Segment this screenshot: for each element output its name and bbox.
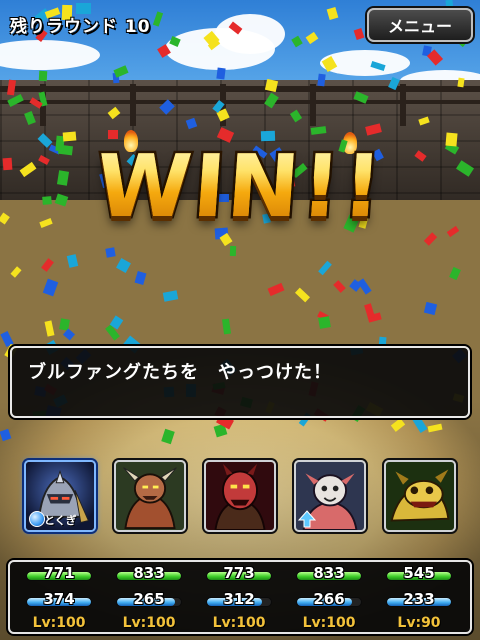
railing-post	[130, 84, 136, 126]
party-portrait-5[interactable]	[384, 460, 456, 532]
battle-scene: WIN!! WIN!! 残りラウンド 10 メニュー ブルファングたちを やっつ…	[0, 0, 480, 640]
confetti-piece	[38, 70, 48, 82]
confetti-piece	[2, 157, 13, 171]
mp-value: 374	[43, 590, 75, 608]
confetti-piece	[216, 67, 226, 80]
confetti-piece	[105, 247, 116, 258]
skill-tag: とくぎ	[44, 514, 77, 527]
red-demon-icon	[206, 462, 274, 530]
level-value: Lv:100	[212, 615, 266, 631]
stat-column-4: 833 266 Lv:100	[290, 562, 368, 636]
party-portrait-4[interactable]	[294, 460, 366, 532]
menu-button-label: メニュー	[387, 17, 452, 36]
mp-value: 265	[133, 590, 165, 608]
stat-column-2: 833 265 Lv:100	[110, 562, 188, 636]
battle-message-box[interactable]: ブルファングたちを やっつけた！	[10, 346, 470, 418]
confetti-piece	[317, 73, 326, 87]
stat-column-3: 773 312 Lv:100	[200, 562, 278, 636]
skill-gem-icon	[29, 511, 45, 527]
battle-message-text: ブルファングたちを やっつけた！	[28, 362, 332, 383]
level-value: Lv:100	[122, 615, 176, 631]
level-value: Lv:90	[397, 615, 441, 631]
hp-value: 773	[223, 564, 255, 582]
hp-value: 833	[133, 564, 165, 582]
confetti-piece	[457, 77, 465, 88]
railing-post	[400, 84, 406, 126]
mp-value: 312	[223, 590, 255, 608]
rounds-remaining: 残りラウンド 10	[10, 17, 151, 37]
arena-railing	[0, 100, 480, 104]
party-portrait-3[interactable]	[204, 460, 276, 532]
level-value: Lv:100	[32, 615, 86, 631]
win-banner: WIN!!	[81, 132, 399, 242]
confetti-piece	[42, 196, 52, 205]
cloud	[215, 14, 285, 54]
party-portrait-1[interactable]: とくぎ	[24, 460, 96, 532]
party-stats-panel: 771 374 Lv:100 833 265 Lv:100 773 312 Lv…	[8, 560, 472, 634]
menu-button[interactable]: メニュー	[367, 8, 473, 42]
arena-railing	[0, 86, 480, 92]
stat-column-1: 771 374 Lv:100	[20, 562, 98, 636]
confetti-piece	[229, 245, 237, 257]
stat-column-5: 545 233 Lv:90	[380, 562, 458, 636]
gold-dragon-icon	[386, 462, 454, 530]
railing-post	[310, 84, 316, 126]
hp-value: 771	[43, 564, 75, 582]
mp-value: 233	[403, 590, 435, 608]
hp-value: 833	[313, 564, 345, 582]
level-value: Lv:100	[302, 615, 356, 631]
confetti-piece	[62, 131, 77, 142]
confetti-piece	[318, 316, 331, 329]
party-portrait-2[interactable]	[114, 460, 186, 532]
horned-demon-icon	[116, 462, 184, 530]
mp-value: 266	[313, 590, 345, 608]
confetti-piece	[445, 132, 458, 147]
hp-value: 545	[403, 564, 435, 582]
level-up-arrow-icon	[298, 510, 316, 528]
